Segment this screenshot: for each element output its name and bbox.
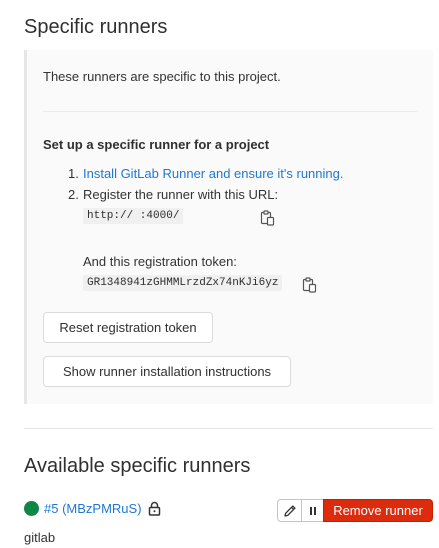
runner-online-status-icon	[24, 501, 39, 516]
specific-runners-intro: These runners are specific to this proje…	[43, 69, 281, 84]
copy-url-icon[interactable]	[259, 209, 275, 227]
section-divider	[24, 428, 433, 429]
edit-runner-button[interactable]	[278, 500, 301, 521]
install-runner-link[interactable]: Install GitLab Runner and ensure it's ru…	[83, 166, 343, 181]
reset-registration-token-button[interactable]: Reset registration token	[43, 312, 213, 343]
step-number: 1.	[68, 166, 79, 181]
pencil-icon	[283, 504, 296, 517]
copy-token-icon[interactable]	[301, 276, 317, 294]
remove-runner-button[interactable]: Remove runner	[323, 499, 433, 522]
runner-link[interactable]: #5 (MBzPMRuS)	[44, 501, 142, 516]
specific-runners-panel: These runners are specific to this proje…	[24, 50, 433, 404]
lock-icon	[148, 501, 161, 516]
panel-divider	[43, 111, 417, 112]
available-runners-title: Available specific runners	[24, 455, 251, 477]
specific-runners-title: Specific runners	[24, 16, 168, 38]
pause-runner-button[interactable]	[301, 500, 324, 521]
show-installation-instructions-button[interactable]: Show runner installation instructions	[43, 356, 291, 387]
registration-token: GR1348941zGHMMLrzdZx74nKJi6yz	[83, 275, 283, 291]
register-url-label: Register the runner with this URL:	[83, 187, 279, 202]
runner-description: gitlab	[24, 530, 56, 545]
runner-actions-group	[277, 499, 324, 522]
token-label: And this registration token:	[83, 254, 237, 269]
pause-icon	[310, 506, 316, 515]
setup-runner-title: Set up a specific runner for a project	[43, 137, 270, 152]
step-number: 2.	[68, 187, 79, 202]
registration-url: http:// :4000/	[83, 208, 184, 224]
